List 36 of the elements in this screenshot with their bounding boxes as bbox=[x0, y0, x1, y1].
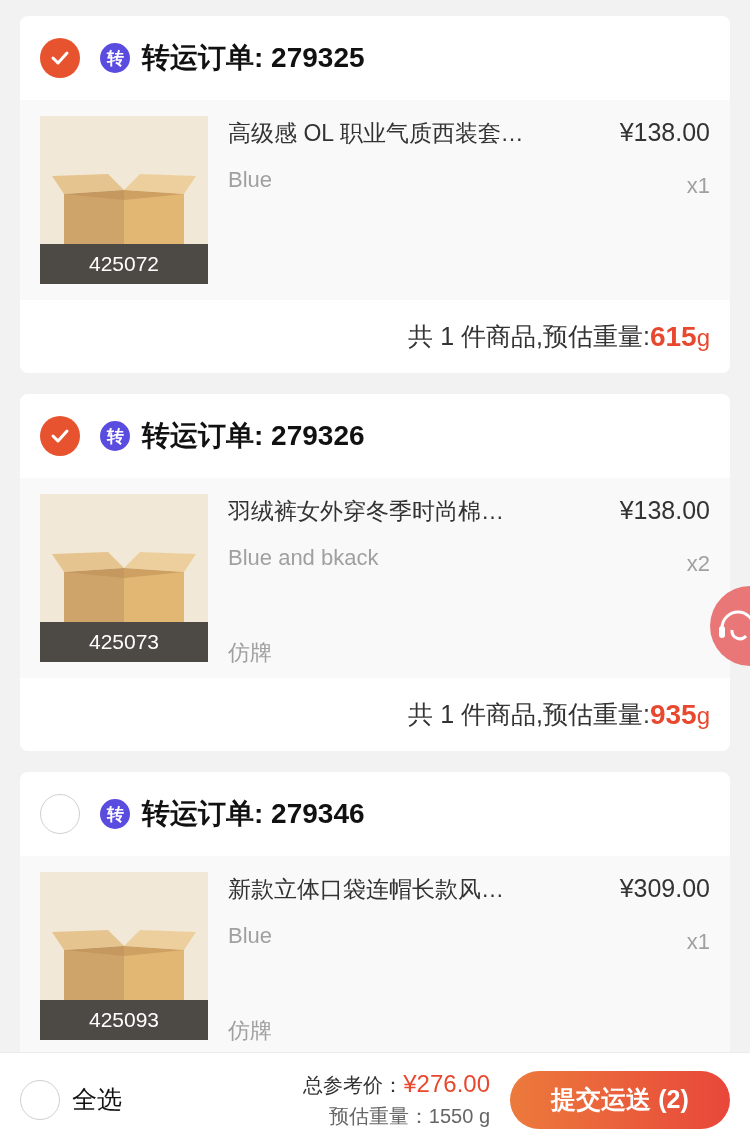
product-price: ¥138.00 bbox=[619, 118, 710, 147]
summary-text: 共 1 件商品,预估重量: bbox=[408, 321, 650, 352]
weight-value: 615g bbox=[649, 320, 710, 353]
product-price: ¥138.00 bbox=[619, 496, 710, 525]
submit-button[interactable]: 提交运送 (2) bbox=[510, 1070, 730, 1129]
checkbox[interactable] bbox=[40, 794, 80, 834]
product-name: 新款立体口袋连帽长款风… bbox=[228, 875, 504, 904]
total-label: 总参考价： bbox=[303, 1072, 404, 1098]
checkbox[interactable] bbox=[20, 1079, 60, 1120]
total-price: ¥276.00 bbox=[403, 1069, 490, 1098]
checkbox[interactable] bbox=[40, 38, 80, 78]
order-title: 转运订单: 279326 bbox=[142, 419, 365, 453]
quantity: x1 bbox=[686, 173, 710, 199]
quantity: x1 bbox=[686, 929, 710, 955]
transfer-badge: 转 bbox=[100, 43, 130, 73]
order-title: 转运订单: 279346 bbox=[142, 797, 365, 831]
summary-text: 共 1 件商品,预估重量: bbox=[408, 699, 650, 730]
product-variant: Blue bbox=[228, 923, 273, 949]
product-name: 高级感 OL 职业气质西装套… bbox=[228, 119, 524, 148]
select-all-label: 全选 bbox=[72, 1084, 122, 1115]
product-tag: 仿牌 bbox=[228, 638, 710, 668]
product-tag: 仿牌 bbox=[228, 1016, 710, 1046]
transfer-badge: 转 bbox=[100, 799, 130, 829]
quantity: x2 bbox=[686, 551, 710, 577]
order-title: 转运订单: 279325 bbox=[142, 41, 365, 75]
product-name: 羽绒裤女外穿冬季时尚棉… bbox=[228, 497, 504, 526]
transfer-badge: 转 bbox=[100, 421, 130, 451]
product-variant: Blue bbox=[228, 167, 273, 193]
total-weight: 预估重量：1550 g bbox=[328, 1103, 490, 1129]
product-variant: Blue and bkack bbox=[228, 545, 379, 571]
checkbox[interactable] bbox=[40, 416, 80, 456]
item-code: 425093 bbox=[40, 1000, 208, 1040]
weight-value: 935g bbox=[649, 698, 710, 731]
item-code: 425073 bbox=[40, 622, 208, 662]
product-price: ¥309.00 bbox=[619, 874, 710, 903]
item-code: 425072 bbox=[40, 244, 208, 284]
